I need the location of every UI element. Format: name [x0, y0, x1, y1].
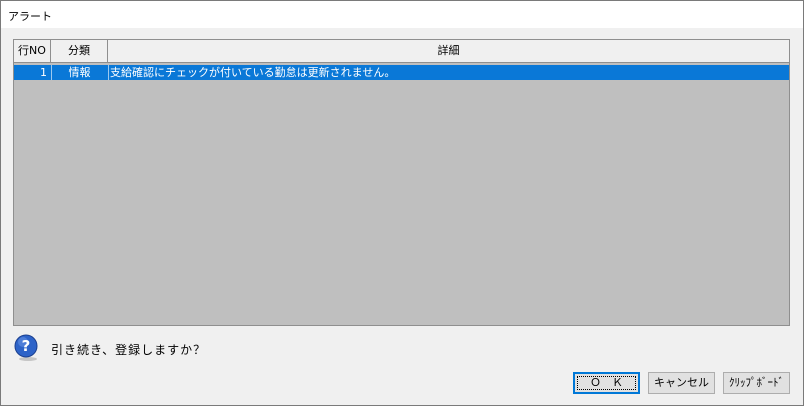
- table-row[interactable]: 1 情報 支給確認にチェックが付いている勤怠は更新されません。: [14, 65, 789, 80]
- alert-grid[interactable]: 行NO 分類 詳細 1 情報 支給確認にチェックが付いている勤怠は更新されません…: [13, 39, 790, 326]
- column-header-category[interactable]: 分類: [51, 40, 108, 62]
- alert-dialog: アラート 行NO 分類 詳細 1 情報 支給確認にチェックが付いている勤怠は更新…: [0, 0, 804, 406]
- cell-detail: 支給確認にチェックが付いている勤怠は更新されません。: [110, 66, 396, 79]
- title-bar[interactable]: アラート: [1, 1, 803, 28]
- confirm-question: 引き続き、登録しますか？: [51, 343, 207, 357]
- column-header-detail[interactable]: 詳細: [108, 40, 789, 62]
- question-icon: ?: [14, 334, 38, 361]
- clipboard-button[interactable]: ｸﾘｯﾌﾟﾎﾞｰﾄﾞ: [723, 372, 790, 394]
- window-title: アラート: [8, 10, 52, 23]
- ok-button[interactable]: Ｏ Ｋ: [573, 372, 640, 394]
- column-header-row-no[interactable]: 行NO: [14, 40, 51, 62]
- cancel-button[interactable]: キャンセル: [648, 372, 715, 394]
- svg-text:?: ?: [22, 337, 31, 355]
- ok-button-label: Ｏ Ｋ: [590, 376, 623, 389]
- clipboard-button-label: ｸﾘｯﾌﾟﾎﾞｰﾄﾞ: [729, 376, 784, 389]
- cell-row-no: 1: [40, 66, 47, 79]
- grid-header: 行NO 分類 詳細: [14, 40, 789, 63]
- cancel-button-label: キャンセル: [654, 376, 709, 389]
- cell-category: 情報: [68, 66, 91, 79]
